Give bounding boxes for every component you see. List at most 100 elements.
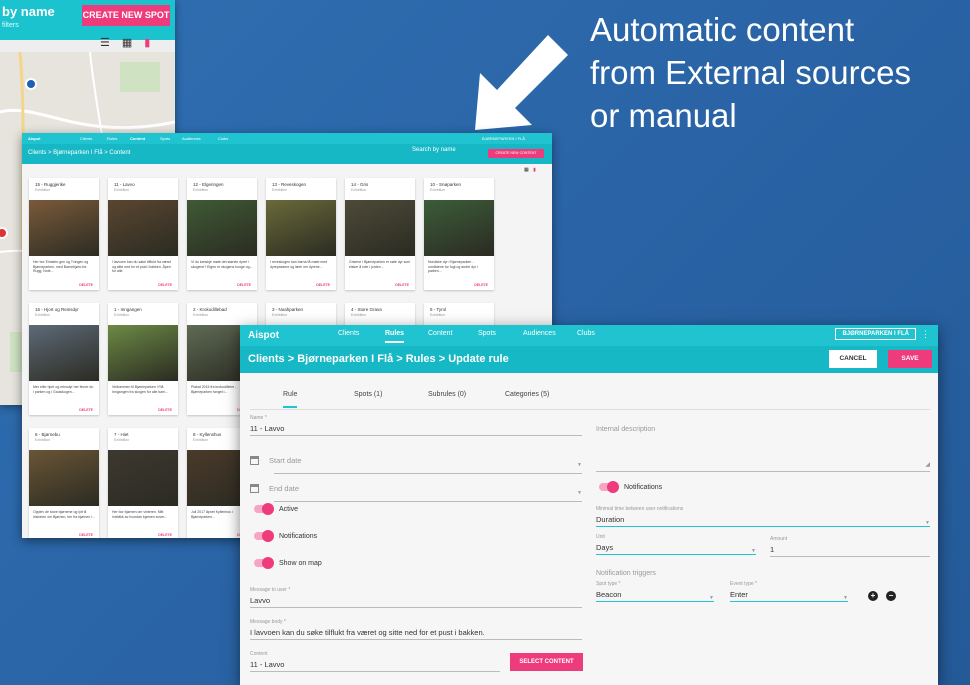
message-field[interactable]: Message to user * Lavvo (250, 587, 582, 608)
card-text: I reveskogen kan barna få møte med dyrep… (270, 260, 328, 269)
create-spot-button[interactable]: CREATE NEW SPOT (82, 5, 170, 26)
nav-audiences[interactable]: Audiences (523, 330, 556, 337)
card-text: I lavvoen kan du søke tilflukt fra været… (112, 260, 171, 273)
nav-clients[interactable]: Clients (338, 330, 359, 337)
toggle-switch[interactable] (254, 530, 274, 542)
list-view-icon[interactable]: ☰ (100, 36, 110, 50)
nav-content[interactable]: Content (428, 330, 453, 337)
toggle-switch[interactable] (254, 557, 274, 569)
select-content-button[interactable]: SELECT CONTENT (510, 653, 583, 671)
content-card[interactable]: 15 - Ruggjerike Exhibition Her bor Einstei… (29, 178, 99, 290)
amount-field[interactable]: Amount 1 (770, 536, 930, 557)
remove-trigger-icon[interactable]: − (886, 591, 896, 601)
delete-button[interactable]: DELETE (79, 408, 93, 412)
internal-description-field[interactable]: Internal description ◢ (596, 423, 930, 472)
notifications-right-toggle[interactable]: Notifications (599, 481, 662, 493)
toggle-switch[interactable] (599, 481, 619, 493)
amount-underline (770, 556, 930, 557)
card-subtitle: Exhibition (430, 313, 446, 317)
content-card[interactable]: 7 - Hiet Exhibition Her bor bjørnen om vin… (108, 428, 178, 538)
notifications-toggle[interactable]: Notifications (254, 530, 317, 542)
tab-spots[interactable]: Spots (1) (354, 391, 382, 398)
content-field[interactable]: Content 11 - Lavvo (250, 651, 500, 672)
more-menu-icon[interactable]: ⋮ (921, 329, 930, 340)
add-trigger-icon[interactable]: + (868, 591, 878, 601)
grid-view-icon[interactable]: ▦ (122, 36, 132, 50)
map-pin-icon[interactable] (25, 78, 37, 90)
toggle-switch[interactable] (254, 503, 274, 515)
card-title: 1 - Inngangen (114, 307, 142, 312)
delete-button[interactable]: DELETE (79, 533, 93, 537)
nav-clubs[interactable]: Clubs (218, 136, 228, 141)
tab-categories[interactable]: Categories (5) (505, 391, 549, 398)
unit-select[interactable]: Unit Days ▼ (596, 534, 756, 555)
calendar-icon (250, 456, 259, 465)
list-view-icon[interactable]: ▮ (533, 167, 536, 173)
delete-button[interactable]: DELETE (158, 408, 172, 412)
card-subtitle: Exhibition (272, 188, 288, 192)
nav-clients[interactable]: Clients (80, 136, 92, 141)
nav-audiences[interactable]: Audiences (182, 136, 201, 141)
delete-button[interactable]: DELETE (158, 533, 172, 537)
message-underline (250, 607, 582, 608)
breadcrumb: Clients > Bjørneparken I Flå > Content (28, 150, 131, 156)
card-title: 7 - Hiet (114, 432, 129, 437)
card-image (345, 200, 415, 256)
content-card[interactable]: 1 - Inngangen Exhibition Velkommen til Bjø… (108, 303, 178, 415)
card-image (424, 200, 494, 256)
content-card[interactable]: 13 - Reveskogen Exhibition I reveskogen ka… (266, 178, 336, 290)
account-button[interactable]: BJØRNEPARKEN I FLÅ (835, 328, 916, 340)
end-date-row: End date (250, 484, 299, 493)
card-image (29, 200, 99, 256)
content-card[interactable]: 14 - Gris Exhibition Grisene i Bjørneparke… (345, 178, 415, 290)
annotation-line: Automatic content (590, 11, 855, 48)
spots-filters[interactable]: filters (2, 22, 19, 29)
nav-rules[interactable]: Rules (385, 330, 405, 343)
content-underline (250, 671, 500, 672)
brand-logo[interactable]: Aispot (28, 136, 40, 141)
delete-button[interactable]: DELETE (237, 283, 251, 287)
delete-button[interactable]: DELETE (474, 283, 488, 287)
end-date-field[interactable]: End date ▼ (250, 480, 582, 502)
cancel-button[interactable]: CANCEL (829, 350, 877, 368)
content-card[interactable]: 10 - Snøparken Exhibition Nordiske dyr i B… (424, 178, 494, 290)
card-title: 14 - Gris (351, 182, 369, 187)
content-card[interactable]: 16 - Hjort og Reinsdyr Exhibition Mer elle… (29, 303, 99, 415)
active-toggle[interactable]: Active (254, 503, 298, 515)
spot-type-select[interactable]: Spot type * Beacon ▼ (596, 581, 714, 602)
card-image (29, 325, 99, 381)
delete-button[interactable]: DELETE (395, 283, 409, 287)
save-button[interactable]: SAVE (888, 350, 932, 368)
delete-button[interactable]: DELETE (79, 283, 93, 287)
account-button[interactable]: BJØRNEPARKEN I FLÅ (482, 136, 525, 141)
card-image (108, 325, 178, 381)
delete-button[interactable]: DELETE (316, 283, 330, 287)
show-on-map-toggle[interactable]: Show on map (254, 557, 322, 569)
tab-rule[interactable]: Rule (283, 391, 298, 408)
name-field[interactable]: Name * 11 - Lavvo (250, 415, 582, 436)
map-view-icon[interactable]: ▮ (144, 36, 150, 50)
start-date-field[interactable]: Start date ▼ (250, 452, 582, 474)
message-body-field[interactable]: Message body * I lavvoen kan du søke til… (250, 619, 582, 640)
nav-clubs[interactable]: Clubs (577, 330, 595, 337)
nav-rules[interactable]: Rules (107, 136, 117, 141)
nav-spots[interactable]: Spots (478, 330, 496, 337)
minimal-time-underline (596, 526, 930, 527)
nav-content[interactable]: Content (130, 136, 145, 141)
resize-handle-icon[interactable]: ◢ (925, 461, 930, 468)
content-card[interactable]: 6 - Bjørnebu Exhibition Opplev de store bj… (29, 428, 99, 538)
delete-button[interactable]: DELETE (158, 283, 172, 287)
create-content-button[interactable]: CREATE NEW CONTENT (488, 149, 544, 158)
content-card[interactable]: 12 - Elgeringen Exhibition Vi du kanskje m… (187, 178, 257, 290)
content-card[interactable]: 11 - Lavvo Exhibition I lavvoen kan du søk… (108, 178, 178, 290)
nav-spots[interactable]: Spots (160, 136, 170, 141)
grid-view-icon[interactable]: ▦ (524, 167, 529, 173)
event-type-select[interactable]: Event type * Enter ▼ (730, 581, 848, 602)
body-underline (250, 639, 582, 640)
brand-logo[interactable]: Aispot (248, 330, 279, 341)
search-input[interactable]: Search by name (412, 147, 456, 153)
tab-subrules[interactable]: Subrules (0) (428, 391, 466, 398)
spots-header: by name filters CREATE NEW SPOT (0, 0, 175, 40)
card-title: 3 - Noahparken (272, 307, 304, 312)
minimal-time-select[interactable]: Minimal time between user notifications … (596, 506, 930, 527)
